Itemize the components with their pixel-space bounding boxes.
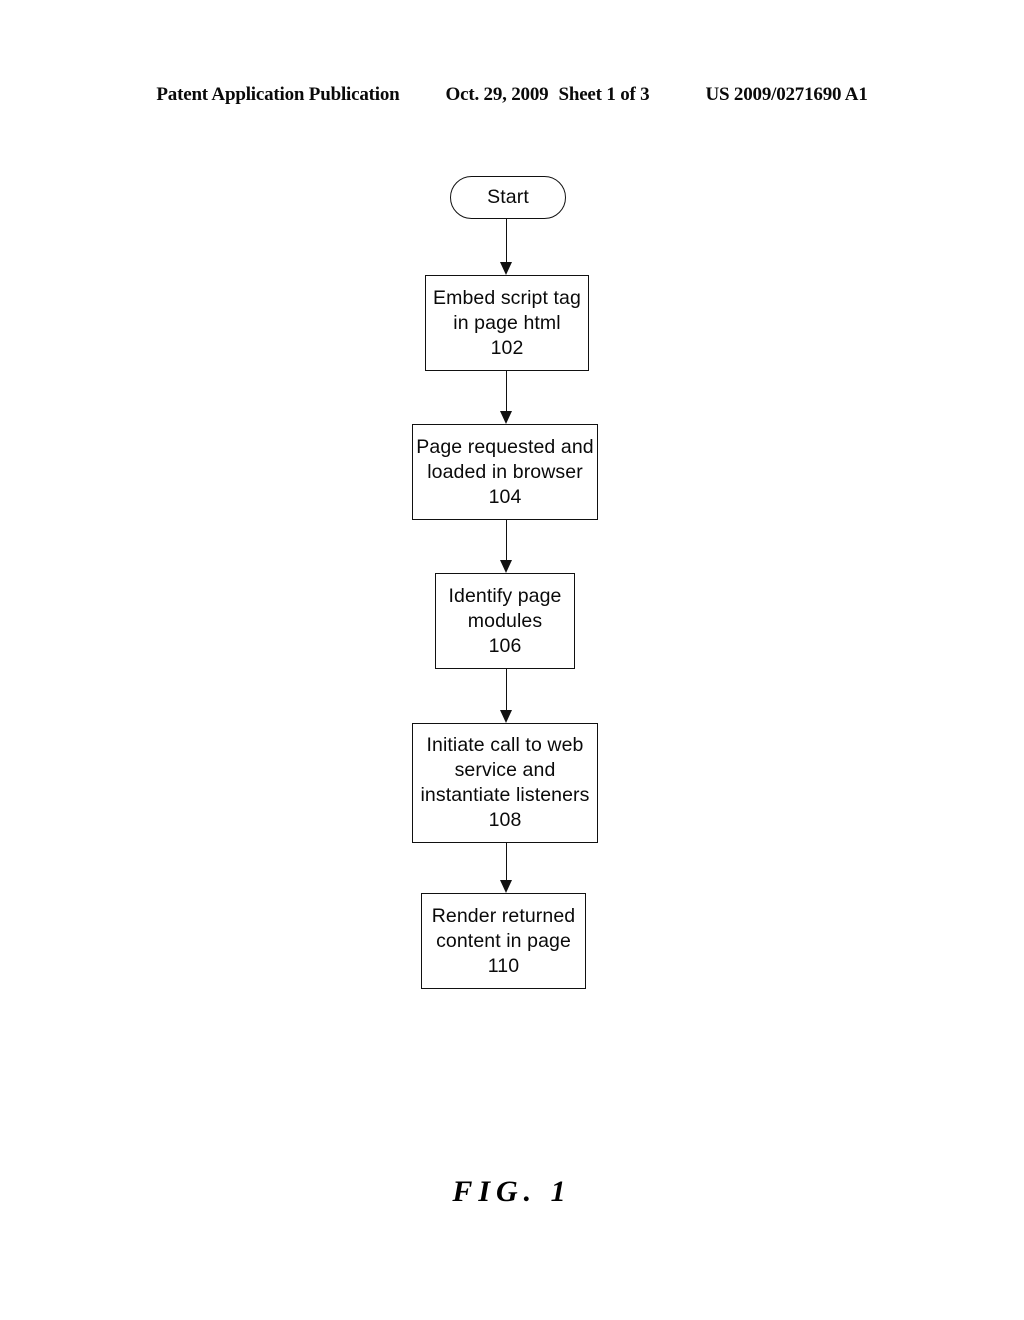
arrow-stem (505, 843, 508, 881)
flowchart-node-106: Identify page modules 106 (435, 573, 575, 669)
flowchart-node-104: Page requested and loaded in browser 104 (412, 424, 598, 520)
flowchart-node-start: Start (450, 176, 566, 219)
arrow-stem (505, 669, 508, 711)
node-108-line-3: instantiate listeners (420, 784, 590, 806)
flowchart-node-110: Render returned content in page 110 (421, 893, 586, 989)
arrowhead-icon (499, 880, 512, 893)
arrowhead-icon (499, 710, 512, 723)
node-106-line-1: Identify page (448, 584, 562, 607)
node-102-line-1: Embed script tag (433, 286, 581, 309)
node-110-line-1: Render returned (431, 904, 576, 927)
arrow-stem (505, 371, 508, 412)
arrow-stem (505, 219, 508, 263)
node-104-line-1: Page requested and (416, 435, 594, 458)
arrowhead-icon (499, 411, 512, 424)
figure-caption: FIG. 1 (452, 1175, 572, 1208)
flowchart-node-102: Embed script tag in page html 102 (425, 275, 589, 371)
node-104-line-2: loaded in browser (427, 460, 583, 483)
arrow-stem (505, 520, 508, 561)
node-104-ref: 104 (488, 485, 522, 508)
node-start-line-1: Start (487, 186, 529, 208)
flowchart-arrow-start-to-102 (499, 219, 512, 275)
arrowhead-icon (499, 560, 512, 573)
flowchart-arrow-108-to-110 (499, 843, 512, 893)
flowchart-arrow-104-to-106 (499, 520, 512, 573)
node-106-ref: 106 (488, 634, 522, 657)
flowchart-arrow-106-to-108 (499, 669, 512, 723)
flowchart-diagram: Start Embed script tag in page html 102 … (0, 0, 1024, 1320)
node-102-ref: 102 (490, 336, 524, 359)
node-108-line-2: service and (454, 759, 556, 781)
node-110-ref: 110 (487, 954, 520, 977)
arrowhead-icon (499, 262, 512, 275)
node-106-line-2: modules (467, 609, 543, 632)
node-102-line-2: in page html (453, 311, 561, 334)
flowchart-arrow-102-to-104 (499, 371, 512, 424)
flowchart-node-108: Initiate call to web service and instant… (412, 723, 598, 843)
node-108-line-1: Initiate call to web (426, 734, 584, 756)
node-110-line-2: content in page (436, 929, 571, 952)
node-108-ref: 108 (488, 809, 522, 831)
